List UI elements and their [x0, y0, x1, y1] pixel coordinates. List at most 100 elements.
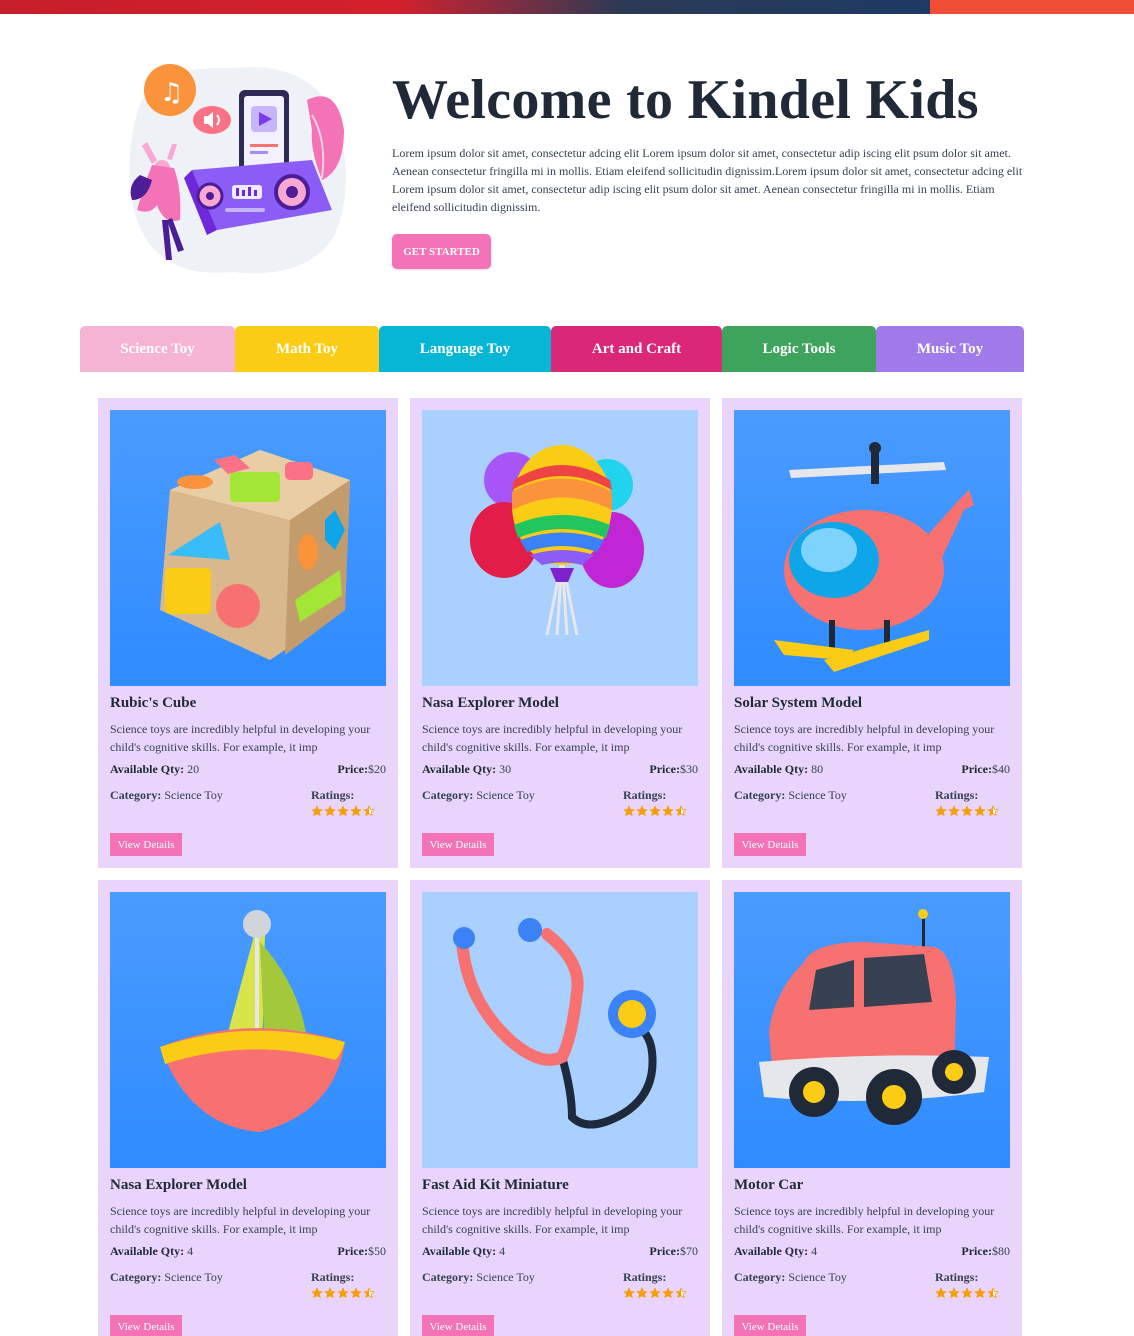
product-image[interactable] [734, 410, 1010, 686]
product-qty: Available Qty: 80 [734, 762, 824, 776]
star-full-icon [337, 805, 349, 816]
product-image[interactable] [422, 892, 698, 1168]
tab-language-toy[interactable]: Language Toy [379, 326, 551, 372]
star-full-icon [324, 805, 336, 816]
product-image[interactable] [110, 892, 386, 1168]
star-rating [311, 1287, 386, 1299]
product-category: Category: Science Toy [422, 1270, 535, 1284]
product-card: Rubic's Cube Science toys are incredibly… [98, 398, 398, 868]
star-half-icon [363, 1287, 375, 1298]
product-qty: Available Qty: 4 [422, 1244, 506, 1258]
product-price: Price:$50 [337, 1244, 386, 1258]
hero-illustration: ♫ [122, 60, 350, 278]
product-price: Price:$30 [649, 762, 698, 776]
product-category: Category: Science Toy [734, 1270, 847, 1284]
product-title: Nasa Explorer Model [110, 1177, 247, 1193]
star-full-icon [974, 805, 986, 816]
top-banner-accent [930, 0, 1134, 14]
star-full-icon [935, 805, 947, 816]
star-full-icon [324, 1287, 336, 1298]
tab-music-toy[interactable]: Music Toy [876, 326, 1024, 372]
product-description: Science toys are incredibly helpful in d… [734, 1204, 995, 1236]
product-category: Category: Science Toy [110, 1270, 223, 1284]
star-full-icon [662, 1287, 674, 1298]
product-description: Science toys are incredibly helpful in d… [110, 1204, 371, 1236]
product-card: Solar System Model Science toys are incr… [722, 398, 1022, 868]
star-full-icon [649, 805, 661, 816]
star-rating [935, 805, 1010, 817]
product-price: Price:$80 [961, 1244, 1010, 1258]
tab-math-toy[interactable]: Math Toy [235, 326, 379, 372]
star-full-icon [662, 805, 674, 816]
product-title: Nasa Explorer Model [422, 695, 559, 711]
product-price: Price:$40 [961, 762, 1010, 776]
svg-text:♫: ♫ [160, 78, 183, 108]
product-ratings: Ratings: [935, 1270, 1010, 1299]
category-tabs: Science Toy Math Toy Language Toy Art an… [80, 326, 1024, 372]
view-details-button[interactable]: View Details [422, 1315, 494, 1336]
view-details-button[interactable]: View Details [734, 833, 806, 856]
star-full-icon [961, 805, 973, 816]
product-description: Science toys are incredibly helpful in d… [110, 722, 371, 754]
product-grid: Rubic's Cube Science toys are incredibly… [98, 398, 1022, 1336]
star-full-icon [350, 805, 362, 816]
product-image[interactable] [734, 892, 1010, 1168]
product-title: Motor Car [734, 1177, 804, 1193]
star-half-icon [675, 805, 687, 816]
star-full-icon [311, 1287, 323, 1298]
product-description: Science toys are incredibly helpful in d… [734, 722, 995, 754]
product-title: Solar System Model [734, 695, 863, 711]
product-title: Rubic's Cube [110, 695, 197, 711]
product-ratings: Ratings: [623, 1270, 698, 1299]
hero-description: Lorem ipsum dolor sit amet, consectetur … [392, 146, 1023, 214]
star-half-icon [675, 1287, 687, 1298]
star-full-icon [623, 1287, 635, 1298]
star-full-icon [636, 805, 648, 816]
star-half-icon [987, 1287, 999, 1298]
product-qty: Available Qty: 20 [110, 762, 200, 776]
get-started-button[interactable]: GET STARTED [392, 234, 491, 269]
product-qty: Available Qty: 30 [422, 762, 512, 776]
star-full-icon [649, 1287, 661, 1298]
product-ratings: Ratings: [311, 788, 386, 817]
view-details-button[interactable]: View Details [110, 1315, 182, 1336]
view-details-button[interactable]: View Details [422, 833, 494, 856]
product-ratings: Ratings: [623, 788, 698, 817]
product-description: Science toys are incredibly helpful in d… [422, 1204, 683, 1236]
product-image[interactable] [110, 410, 386, 686]
product-category: Category: Science Toy [422, 788, 535, 802]
star-rating [623, 1287, 698, 1299]
star-rating [311, 805, 386, 817]
product-price: Price:$70 [649, 1244, 698, 1258]
product-image[interactable] [422, 410, 698, 686]
product-card: Motor Car Science toys are incredibly he… [722, 880, 1022, 1336]
product-card: Nasa Explorer Model Science toys are inc… [98, 880, 398, 1336]
product-description: Science toys are incredibly helpful in d… [422, 722, 683, 754]
star-half-icon [987, 805, 999, 816]
star-full-icon [350, 1287, 362, 1298]
hero-title: Welcome to Kindel Kids [392, 69, 979, 131]
view-details-button[interactable]: View Details [110, 833, 182, 856]
tab-art-and-craft[interactable]: Art and Craft [551, 326, 722, 372]
view-details-button[interactable]: View Details [734, 1315, 806, 1336]
product-price: Price:$20 [337, 762, 386, 776]
star-rating [623, 805, 698, 817]
star-full-icon [311, 805, 323, 816]
product-category: Category: Science Toy [734, 788, 847, 802]
top-banner [0, 0, 1134, 14]
star-rating [935, 1287, 1010, 1299]
star-full-icon [961, 1287, 973, 1298]
product-card: Nasa Explorer Model Science toys are inc… [410, 398, 710, 868]
star-full-icon [623, 805, 635, 816]
product-category: Category: Science Toy [110, 788, 223, 802]
star-full-icon [948, 1287, 960, 1298]
product-qty: Available Qty: 4 [110, 1244, 194, 1258]
tab-logic-tools[interactable]: Logic Tools [722, 326, 876, 372]
tab-science-toy[interactable]: Science Toy [80, 326, 235, 372]
product-card: Fast Aid Kit Miniature Science toys are … [410, 880, 710, 1336]
star-full-icon [935, 1287, 947, 1298]
product-ratings: Ratings: [935, 788, 1010, 817]
star-half-icon [363, 805, 375, 816]
product-title: Fast Aid Kit Miniature [422, 1177, 569, 1193]
star-full-icon [974, 1287, 986, 1298]
